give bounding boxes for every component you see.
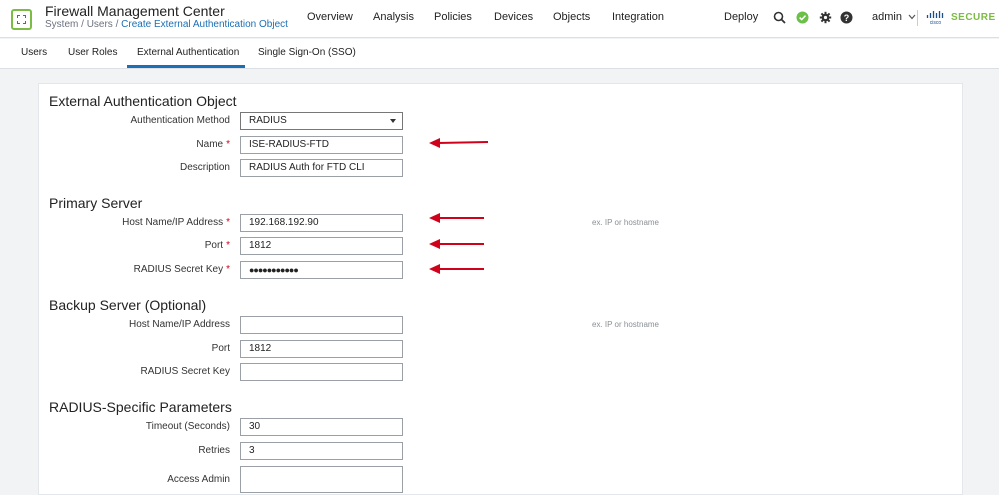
brand-secure-label: SECURE xyxy=(951,12,996,23)
annotation-arrow-icon xyxy=(429,138,489,148)
timeout-label: Timeout (Seconds) xyxy=(145,421,230,432)
breadcrumb-separator: / xyxy=(112,19,122,30)
description-label: Description xyxy=(179,162,230,173)
primary-port-label: Port * xyxy=(204,240,230,251)
breadcrumb-users[interactable]: Users xyxy=(87,19,113,30)
tab-single-sign-on[interactable]: Single Sign-On (SSO) xyxy=(258,47,356,58)
primary-port-field[interactable]: 1812 xyxy=(240,237,403,255)
cisco-logo-icon: cisco xyxy=(926,11,944,25)
dropdown-caret-icon xyxy=(390,119,396,123)
primary-host-hint: ex. IP or hostname xyxy=(592,218,659,227)
required-marker: * xyxy=(226,240,230,251)
required-marker: * xyxy=(226,217,230,228)
auth-method-select[interactable]: RADIUS xyxy=(240,112,403,130)
deploy-button[interactable]: Deploy xyxy=(724,11,758,23)
svg-text:cisco: cisco xyxy=(930,20,942,25)
nav-devices[interactable]: Devices xyxy=(494,11,533,23)
nav-analysis[interactable]: Analysis xyxy=(373,11,414,23)
backup-port-label: Port xyxy=(211,343,230,354)
fmc-logo-icon[interactable] xyxy=(11,9,32,30)
backup-secret-label: RADIUS Secret Key xyxy=(140,366,230,377)
retries-label: Retries xyxy=(198,445,230,456)
required-marker: * xyxy=(226,139,230,150)
primary-secret-field[interactable]: ●●●●●●●●●●● xyxy=(240,261,403,279)
svg-text:?: ? xyxy=(844,13,850,23)
section-title-primary-server: Primary Server xyxy=(49,195,143,211)
name-label: Name * xyxy=(196,139,230,150)
tab-external-authentication[interactable]: External Authentication xyxy=(137,47,239,58)
section-title-radius-params: RADIUS-Specific Parameters xyxy=(49,399,232,415)
form-panel xyxy=(38,83,963,495)
primary-host-label: Host Name/IP Address * xyxy=(122,217,230,228)
search-icon[interactable] xyxy=(773,11,786,24)
annotation-arrow-icon xyxy=(429,264,484,274)
nav-integration[interactable]: Integration xyxy=(612,11,664,23)
header-divider xyxy=(917,10,918,26)
annotation-arrow-icon xyxy=(429,213,484,223)
user-name: admin xyxy=(872,11,902,23)
tab-users[interactable]: Users xyxy=(21,47,47,58)
breadcrumb-current: Create External Authentication Object xyxy=(121,19,288,30)
breadcrumb: System / Users / Create External Authent… xyxy=(45,19,288,30)
description-field[interactable]: RADIUS Auth for FTD CLI xyxy=(240,159,403,177)
backup-host-field[interactable] xyxy=(240,316,403,334)
access-admin-field[interactable] xyxy=(240,466,403,493)
section-title-backup-server: Backup Server (Optional) xyxy=(49,297,207,313)
nav-overview[interactable]: Overview xyxy=(307,11,353,23)
name-field[interactable]: ISE-RADIUS-FTD xyxy=(240,136,403,154)
nav-policies[interactable]: Policies xyxy=(434,11,472,23)
backup-port-field[interactable]: 1812 xyxy=(240,340,403,358)
breadcrumb-separator: / xyxy=(78,19,87,30)
backup-host-hint: ex. IP or hostname xyxy=(592,320,659,329)
app-title: Firewall Management Center xyxy=(45,3,225,19)
annotation-arrow-icon xyxy=(429,239,484,249)
backup-host-label: Host Name/IP Address xyxy=(129,319,230,330)
section-title-external-auth: External Authentication Object xyxy=(49,93,237,109)
nav-objects[interactable]: Objects xyxy=(553,11,590,23)
retries-field[interactable]: 3 xyxy=(240,442,403,460)
chevron-down-icon xyxy=(908,14,916,20)
primary-secret-label: RADIUS Secret Key * xyxy=(133,264,230,275)
timeout-field[interactable]: 30 xyxy=(240,418,403,436)
help-icon[interactable]: ? xyxy=(840,11,853,24)
breadcrumb-system[interactable]: System xyxy=(45,19,78,30)
top-header: Firewall Management Center System / User… xyxy=(0,0,999,38)
tab-user-roles[interactable]: User Roles xyxy=(68,47,117,58)
status-ok-icon[interactable] xyxy=(796,11,809,24)
auth-method-label: Authentication Method xyxy=(130,115,230,126)
active-tab-indicator xyxy=(127,65,245,68)
user-menu[interactable]: admin xyxy=(872,11,916,23)
users-tab-bar: Users User Roles External Authentication… xyxy=(0,39,999,69)
access-admin-label: Access Admin xyxy=(167,474,230,485)
gear-icon[interactable] xyxy=(819,11,832,24)
auth-method-value: RADIUS xyxy=(249,115,287,126)
primary-host-field[interactable]: 192.168.192.90 xyxy=(240,214,403,232)
backup-secret-field[interactable] xyxy=(240,363,403,381)
required-marker: * xyxy=(226,264,230,275)
